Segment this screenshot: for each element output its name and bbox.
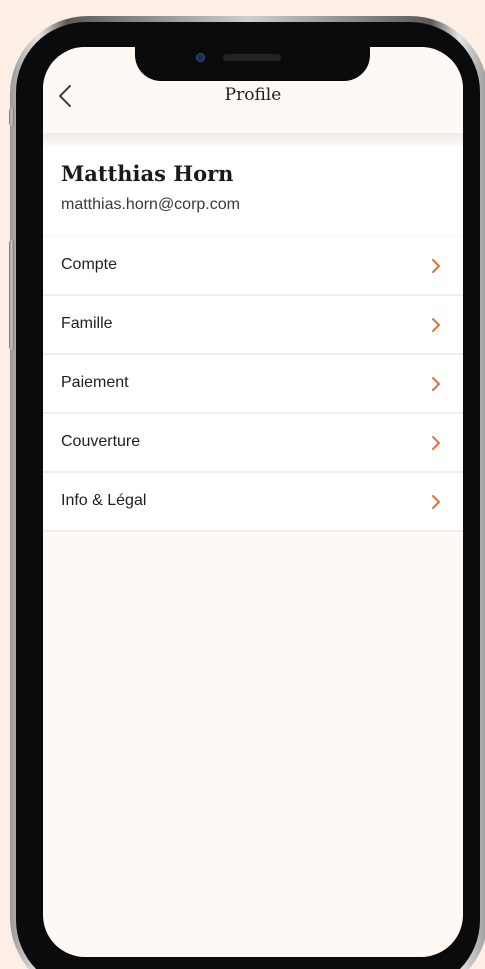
menu-item-famille[interactable]: Famille xyxy=(43,296,463,355)
chevron-right-icon xyxy=(432,436,440,450)
profile-name: Matthias Horn xyxy=(61,161,234,186)
phone-screen: Profile Matthias Horn matthias.horn@corp… xyxy=(43,47,463,957)
menu-item-paiement[interactable]: Paiement xyxy=(43,355,463,414)
page-canvas: Profile Matthias Horn matthias.horn@corp… xyxy=(0,0,485,969)
header-divider xyxy=(43,133,463,145)
chevron-right-icon xyxy=(432,318,440,332)
chevron-right-icon xyxy=(432,259,440,273)
menu-item-compte[interactable]: Compte xyxy=(43,237,463,296)
phone-volume-up-button xyxy=(9,240,14,350)
profile-card: Matthias Horn matthias.horn@corp.com xyxy=(43,145,463,235)
profile-email: matthias.horn@corp.com xyxy=(61,196,240,213)
profile-menu: Compte Famille Paiement Couverture Info … xyxy=(43,237,463,532)
menu-item-label: Couverture xyxy=(61,433,141,450)
menu-item-label: Famille xyxy=(61,315,113,332)
speaker-grille xyxy=(223,54,281,61)
menu-item-label: Compte xyxy=(61,256,118,273)
phone-side-button xyxy=(9,108,14,126)
page-title: Profile xyxy=(224,85,282,105)
phone-notch xyxy=(135,40,370,81)
chevron-right-icon xyxy=(432,377,440,391)
camera-icon xyxy=(196,53,205,62)
chevron-right-icon xyxy=(432,495,440,509)
menu-item-label: Paiement xyxy=(61,374,129,391)
menu-item-label: Info & Légal xyxy=(61,492,147,509)
menu-item-info-legal[interactable]: Info & Légal xyxy=(43,473,463,532)
menu-item-couverture[interactable]: Couverture xyxy=(43,414,463,473)
